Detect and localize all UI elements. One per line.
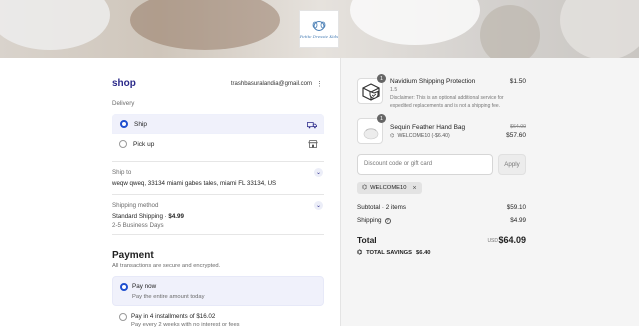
item-disclaimer: Disclaimer: This is an optional addition… bbox=[390, 95, 504, 109]
item-discount: ⌬ WELCOME10 (-$6.40) bbox=[390, 133, 450, 139]
savings-value: $6.40 bbox=[416, 250, 431, 256]
shipping-method-title: Standard Shipping · bbox=[112, 213, 169, 220]
total-label: Total bbox=[357, 235, 377, 245]
pay-now-detail: Pay the entire amount today bbox=[132, 294, 205, 300]
payment-option-installments[interactable]: Pay in 4 installments of $16.02 Pay ever… bbox=[112, 310, 324, 328]
item-name: Navidium Shipping Protection bbox=[390, 78, 476, 85]
quantity-badge: 1 bbox=[377, 74, 386, 83]
delivery-option-ship[interactable]: Ship bbox=[112, 114, 324, 134]
chevron-down-icon[interactable]: ⌄ bbox=[314, 201, 323, 210]
kebab-icon[interactable]: ⋮ bbox=[316, 80, 323, 88]
ship-label: Ship bbox=[134, 120, 148, 128]
pay-now-label: Pay now bbox=[132, 283, 157, 290]
divider bbox=[112, 194, 324, 195]
email-text: trashbasuralandia@gmail.com bbox=[230, 81, 312, 87]
total-savings: ⌬ TOTAL SAVINGS $6.40 bbox=[357, 250, 431, 256]
tag-icon: ⌬ bbox=[357, 250, 363, 256]
item-variant: 1.5 bbox=[390, 87, 398, 93]
tag-icon: ⌬ bbox=[362, 185, 368, 191]
pay-now-radio[interactable] bbox=[120, 283, 128, 291]
order-summary: 1 Navidium Shipping Protection 1.5 Discl… bbox=[340, 58, 639, 326]
subtotal-label: Subtotal · 2 items bbox=[357, 204, 406, 211]
delivery-option-pickup[interactable]: Pick up bbox=[112, 134, 324, 154]
help-icon[interactable]: ? bbox=[384, 217, 391, 224]
shipping-summary-label: Shipping bbox=[357, 217, 382, 224]
delivery-options: Ship Pick up bbox=[112, 114, 324, 155]
item-discount-code: WELCOME10 (-$6.40) bbox=[397, 133, 450, 139]
account-email[interactable]: trashbasuralandia@gmail.com ⋮ bbox=[231, 80, 323, 88]
chevron-down-icon[interactable]: ⌄ bbox=[314, 168, 323, 177]
item-price: $57.60 bbox=[506, 132, 526, 139]
installments-detail: Pay every 2 weeks with no interest or fe… bbox=[131, 322, 240, 328]
shipping-method-name: Standard Shipping · $4.99 bbox=[112, 213, 184, 220]
delivery-label: Delivery bbox=[112, 100, 135, 107]
brand-logo[interactable]: Petite Dressie Kids bbox=[299, 10, 339, 48]
handbag-icon bbox=[363, 128, 379, 140]
pickup-radio[interactable] bbox=[119, 140, 127, 148]
pickup-label: Pick up bbox=[133, 140, 155, 148]
store-icon bbox=[308, 140, 318, 148]
total-currency: USD bbox=[487, 238, 498, 244]
ship-to-label: Ship to bbox=[112, 169, 132, 176]
remove-discount-icon[interactable]: × bbox=[412, 185, 416, 192]
shipping-summary: Shipping ? bbox=[357, 217, 391, 224]
item-name: Sequin Feather Hand Bag bbox=[390, 124, 466, 131]
apply-button[interactable]: Apply bbox=[498, 154, 526, 175]
hero-banner: Petite Dressie Kids bbox=[0, 0, 639, 58]
ship-radio[interactable] bbox=[120, 120, 128, 128]
divider bbox=[112, 234, 324, 235]
truck-icon bbox=[307, 122, 317, 129]
installments-radio[interactable] bbox=[119, 313, 127, 321]
item-original-price: $64.00 bbox=[510, 124, 526, 130]
divider bbox=[112, 161, 324, 162]
quantity-badge: 1 bbox=[377, 114, 386, 123]
shield-box-icon bbox=[362, 83, 380, 101]
shop-name[interactable]: shop bbox=[112, 78, 136, 89]
applied-code: WELCOME10 bbox=[370, 185, 407, 191]
elephant-logo-icon bbox=[312, 20, 326, 31]
shipping-method-price: $4.99 bbox=[168, 213, 184, 220]
shipping-eta: 2-5 Business Days bbox=[112, 222, 164, 229]
discount-input[interactable]: Discount code or gift card bbox=[357, 154, 493, 175]
subtotal-value: $59.10 bbox=[506, 204, 526, 211]
total-value: $64.09 bbox=[498, 235, 526, 245]
tag-icon: ⌬ bbox=[390, 133, 395, 139]
logo-text: Petite Dressie Kids bbox=[299, 33, 339, 39]
payment-option-pay-now[interactable]: Pay now Pay the entire amount today bbox=[112, 276, 324, 306]
installments-label: Pay in 4 installments of $16.02 bbox=[131, 313, 216, 320]
payment-title: Payment bbox=[112, 250, 154, 261]
item-price: $1.50 bbox=[509, 78, 526, 85]
checkout-form: shop trashbasuralandia@gmail.com ⋮ Deliv… bbox=[0, 58, 340, 328]
savings-label: TOTAL SAVINGS bbox=[366, 250, 413, 256]
ship-to-address: weqw qweq, 33134 miami gabes tales, miam… bbox=[112, 180, 277, 187]
payment-subtitle: All transactions are secure and encrypte… bbox=[112, 263, 221, 269]
shipping-method-label: Shipping method bbox=[112, 202, 159, 209]
shipping-value: $4.99 bbox=[510, 217, 526, 224]
applied-discount-chip: ⌬ WELCOME10 × bbox=[357, 182, 422, 194]
